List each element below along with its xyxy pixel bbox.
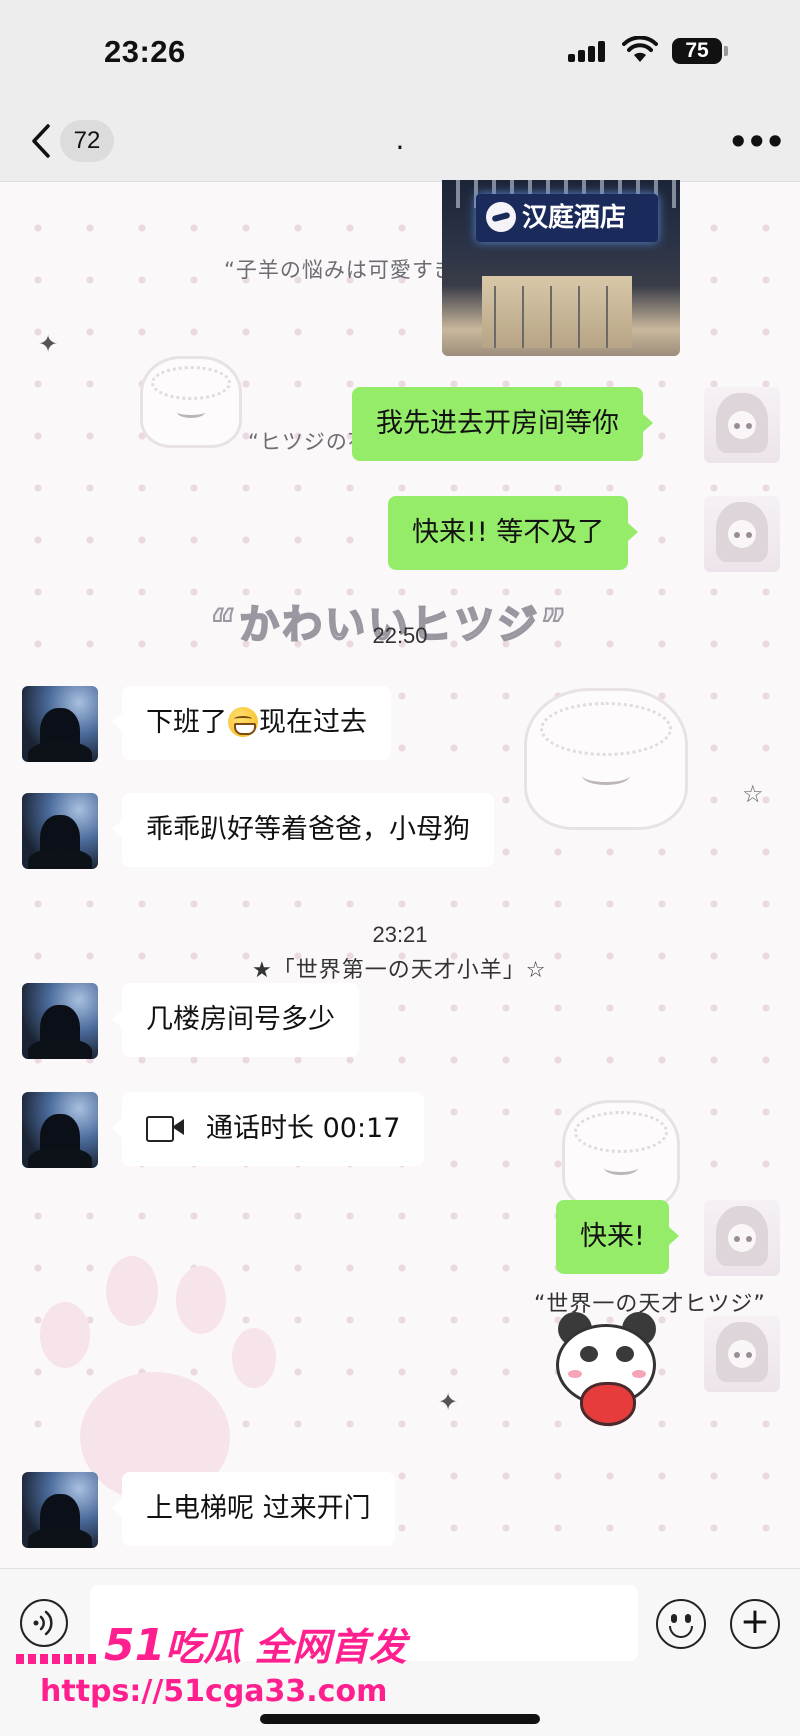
star-icon: ✦: [38, 330, 59, 358]
battery-icon: [724, 46, 728, 56]
home-indicator[interactable]: [260, 1714, 540, 1724]
my-message-bubble[interactable]: 快来!! 等不及了: [388, 496, 639, 570]
contact-avatar[interactable]: [22, 1092, 98, 1168]
battery-level: 75: [672, 38, 722, 64]
hotel-photo-message[interactable]: 汉庭酒店: [442, 180, 680, 356]
contact-avatar[interactable]: [22, 1472, 98, 1548]
add-attachment-icon[interactable]: +: [730, 1599, 780, 1649]
cellular-signal-icon: [568, 40, 608, 62]
their-message-bubble[interactable]: 几楼房间号多少: [112, 983, 359, 1057]
message-text: 下班了: [146, 707, 227, 738]
unread-count-badge[interactable]: 72: [60, 120, 114, 162]
back-chevron-icon[interactable]: [22, 120, 62, 162]
watermark-brand-number: 51: [104, 1620, 166, 1671]
watermark-brand-text: 吃瓜 全网首发: [165, 1625, 407, 1669]
call-duration-text: 通话时长 00:17: [206, 1113, 401, 1144]
my-avatar[interactable]: [704, 1200, 780, 1276]
contact-avatar[interactable]: [22, 983, 98, 1059]
wallpaper-text: ★「世界第一の天才小羊」☆: [252, 958, 547, 983]
their-message-bubble[interactable]: 乖乖趴好等着爸爸，小母狗: [112, 793, 494, 867]
watermark-decoration: [16, 1654, 100, 1664]
video-call-record-bubble[interactable]: 通话时长 00:17: [111, 1092, 425, 1166]
chat-header: 72 . •••: [0, 100, 800, 182]
emoji-picker-icon[interactable]: [656, 1599, 706, 1649]
contact-avatar[interactable]: [22, 793, 98, 869]
sheep-sticker: [140, 356, 242, 448]
my-message-bubble[interactable]: 快来!: [556, 1200, 679, 1274]
my-avatar[interactable]: [704, 387, 780, 463]
my-message-bubble[interactable]: 我先进去开房间等你: [352, 387, 653, 461]
wifi-icon: [622, 35, 658, 64]
their-message-bubble[interactable]: 上电梯呢 过来开门: [112, 1472, 395, 1546]
their-message-bubble[interactable]: 下班了 现在过去: [112, 686, 391, 760]
my-avatar[interactable]: [704, 496, 780, 572]
hotel-sign: 汉庭酒店: [476, 194, 658, 242]
panda-heart-sticker: [552, 1312, 660, 1426]
sheep-sticker: [524, 688, 688, 830]
hotel-logo-icon: [486, 202, 516, 232]
message-timestamp: 23:21: [372, 922, 428, 947]
message-text: 现在过去: [259, 707, 367, 738]
chat-title: .: [395, 123, 405, 156]
my-avatar[interactable]: [704, 1316, 780, 1392]
sheep-sticker: [562, 1100, 680, 1210]
hotel-sign-text: 汉庭酒店: [522, 203, 627, 233]
watermark-url: https://51cga33.com: [40, 1674, 388, 1709]
more-options-icon[interactable]: •••: [728, 122, 785, 162]
grin-emoji-icon: [228, 706, 258, 737]
video-call-icon: [146, 1115, 184, 1142]
star-icon: ☆: [742, 780, 764, 808]
star-icon: ✦: [438, 1388, 459, 1416]
voice-input-icon[interactable]: [20, 1599, 68, 1647]
status-time: 23:26: [104, 34, 186, 69]
contact-avatar[interactable]: [22, 686, 98, 762]
wallpaper-text: “子羊の悩みは可愛すぎ: [224, 258, 456, 282]
watermark-brand: 51吃瓜 全网首发: [104, 1616, 406, 1671]
message-timestamp: 22:50: [372, 623, 428, 648]
status-bar: 23:26 75: [0, 0, 800, 100]
